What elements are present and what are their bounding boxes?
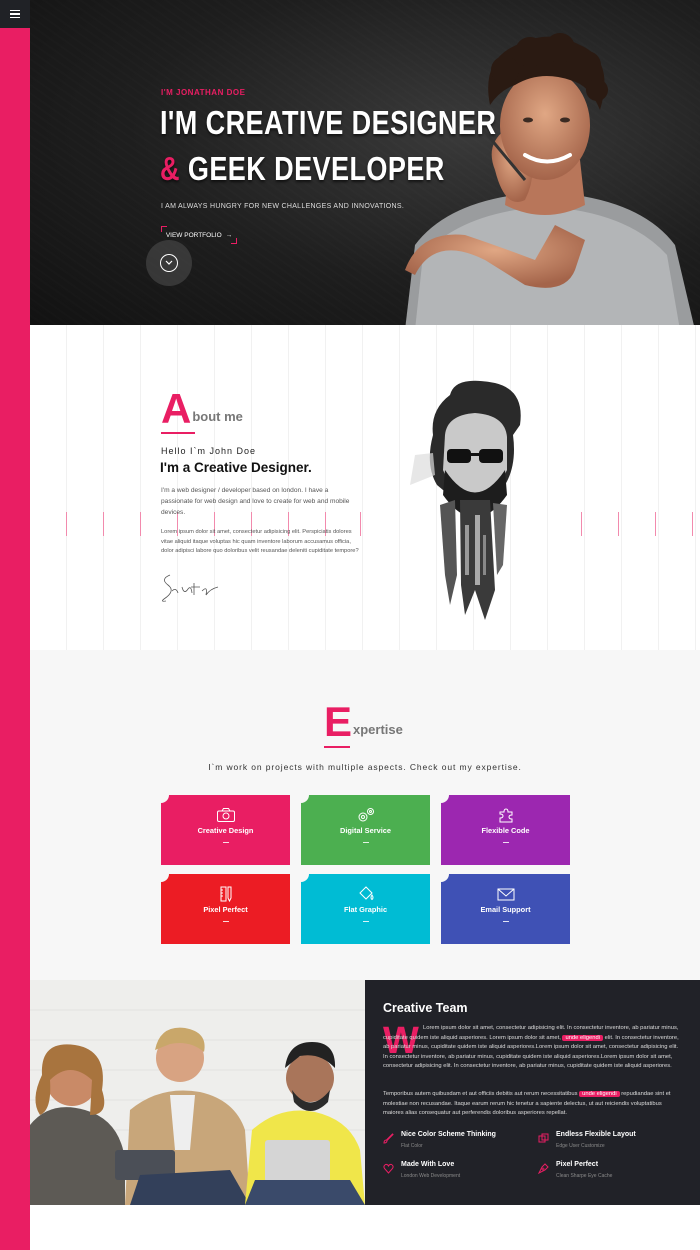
hero-headline-line2: & GEEK DEVELOPER bbox=[160, 150, 445, 188]
expertise-card-label: Creative Design bbox=[197, 826, 254, 835]
expertise-card-label: Email Support bbox=[480, 905, 531, 914]
card-dash bbox=[502, 921, 509, 922]
team-feature: Pixel Perfect Clean Sharpe Eye Cache bbox=[538, 1161, 678, 1185]
team-feature: Endless Flexible Layout Edge User Custom… bbox=[538, 1131, 678, 1155]
creative-team-panel: Creative Team W Lorem ipsum dolor sit am… bbox=[365, 980, 700, 1205]
arrow-right-icon: → bbox=[225, 231, 233, 239]
highlight-badge: unde eligendi bbox=[579, 1091, 620, 1097]
team-feature-title: Pixel Perfect bbox=[556, 1161, 599, 1168]
card-corner-notch bbox=[441, 795, 449, 803]
gears-icon bbox=[358, 808, 374, 822]
envelope-icon bbox=[497, 888, 514, 901]
card-dash bbox=[362, 921, 369, 922]
page: I'M JONATHAN DOE I'M CREATIVE DESIGNER &… bbox=[0, 0, 700, 1250]
expertise-heading-rest: xpertise bbox=[353, 722, 403, 737]
team-paragraph-2: Temporibus autem quibusdam et aut offici… bbox=[383, 1090, 683, 1119]
expertise-card[interactable]: Pixel Perfect bbox=[161, 874, 290, 944]
brush-icon bbox=[383, 1133, 394, 1144]
expertise-card[interactable]: Creative Design bbox=[161, 795, 290, 865]
team-title: Creative Team bbox=[383, 1001, 468, 1015]
team-paragraph-1: Lorem ipsum dolor sit amet, consectetur … bbox=[383, 1024, 683, 1072]
about-intro-paragraph: I'm a web designer / developer based on … bbox=[161, 487, 350, 516]
pencil-ruler-icon bbox=[220, 886, 231, 902]
expertise-card[interactable]: Email Support bbox=[441, 874, 570, 944]
layers-icon bbox=[538, 1133, 549, 1143]
team-photo-image bbox=[30, 980, 365, 1205]
about-heading-letter: A bbox=[161, 385, 192, 432]
hamburger-icon-bar bbox=[10, 13, 20, 15]
card-dash bbox=[362, 842, 369, 843]
hamburger-icon-bar bbox=[10, 16, 20, 19]
signature-image bbox=[162, 574, 219, 602]
hamburger-icon-bar bbox=[10, 9, 20, 12]
team-feature-subtitle: Flat Color bbox=[401, 1143, 423, 1149]
hero-subtitle: I AM ALWAYS HUNGRY FOR NEW CHALLENGES AN… bbox=[161, 203, 405, 210]
about-body-paragraph: Lorem ipsum dolor sit amet, consectetur … bbox=[161, 529, 359, 555]
expertise-lead: I`m work on projects with multiple aspec… bbox=[208, 762, 522, 772]
card-dash bbox=[502, 842, 509, 843]
pen-tool-icon bbox=[538, 1163, 549, 1174]
card-dash bbox=[222, 842, 229, 843]
team-feature-title: Made With Love bbox=[401, 1161, 455, 1168]
hero-section: I'M JONATHAN DOE I'M CREATIVE DESIGNER &… bbox=[30, 0, 700, 325]
card-corner-notch bbox=[441, 874, 449, 882]
about-heading-rest: bout me bbox=[192, 409, 243, 424]
menu-button[interactable] bbox=[0, 0, 30, 28]
expertise-heading-underline bbox=[324, 746, 350, 748]
expertise-card[interactable]: Flat Graphic bbox=[301, 874, 430, 944]
team-p2-text-a: Temporibus autem quibusdam et aut offici… bbox=[383, 1091, 580, 1097]
about-heading: A bout me bbox=[161, 388, 243, 430]
about-title: I'm a Creative Designer. bbox=[160, 460, 312, 475]
highlight-badge: unde eligendi bbox=[562, 1034, 603, 1041]
about-portrait-image bbox=[410, 380, 521, 620]
team-feature-subtitle: Clean Sharpe Eye Cache bbox=[556, 1173, 613, 1179]
about-greeting: Hello I`m John Doe bbox=[161, 446, 257, 456]
team-feature: Made With Love London Web Development bbox=[383, 1161, 523, 1185]
expertise-card-label: Pixel Perfect bbox=[203, 905, 248, 914]
card-corner-notch bbox=[301, 795, 309, 803]
decorative-ticks bbox=[30, 512, 700, 536]
expertise-card[interactable]: Digital Service bbox=[301, 795, 430, 865]
expertise-card-label: Flexible Code bbox=[481, 826, 530, 835]
puzzle-icon bbox=[499, 808, 512, 823]
team-feature-title: Endless Flexible Layout bbox=[556, 1131, 636, 1138]
team-feature-subtitle: London Web Development bbox=[401, 1173, 461, 1179]
hero-headline-line2-text: GEEK DEVELOPER bbox=[179, 150, 445, 187]
expertise-section: E xpertise I`m work on projects with mul… bbox=[30, 650, 700, 980]
card-corner-notch bbox=[161, 874, 169, 882]
expertise-heading-letter: E bbox=[324, 698, 353, 745]
card-corner-notch bbox=[161, 795, 169, 803]
hero-kicker: I'M JONATHAN DOE bbox=[161, 88, 246, 97]
chevron-down-icon bbox=[160, 254, 178, 272]
about-heading-underline bbox=[161, 432, 195, 434]
card-corner-notch bbox=[301, 874, 309, 882]
sidebar bbox=[0, 0, 30, 1250]
expertise-heading: E xpertise bbox=[324, 701, 403, 743]
background-grid-lines bbox=[30, 325, 700, 650]
team-feature-subtitle: Edge User Customize bbox=[556, 1143, 605, 1149]
ampersand: & bbox=[160, 150, 180, 187]
hero-headline-line1: I'M CREATIVE DESIGNER bbox=[160, 104, 497, 141]
heart-icon bbox=[383, 1163, 394, 1174]
camera-icon bbox=[216, 808, 235, 822]
view-portfolio-label: VIEW PORTFOLIO bbox=[165, 231, 222, 239]
team-feature-title: Nice Color Scheme Thinking bbox=[401, 1131, 496, 1138]
team-feature: Nice Color Scheme Thinking Flat Color bbox=[383, 1131, 523, 1155]
expertise-card[interactable]: Flexible Code bbox=[441, 795, 570, 865]
expertise-card-label: Flat Graphic bbox=[343, 905, 388, 914]
about-section: A bout me Hello I`m John Doe I'm a Creat… bbox=[30, 325, 700, 650]
card-dash bbox=[222, 921, 229, 922]
scroll-down-button[interactable] bbox=[146, 240, 192, 286]
expertise-card-label: Digital Service bbox=[340, 826, 391, 835]
paint-bucket-icon bbox=[358, 886, 373, 901]
